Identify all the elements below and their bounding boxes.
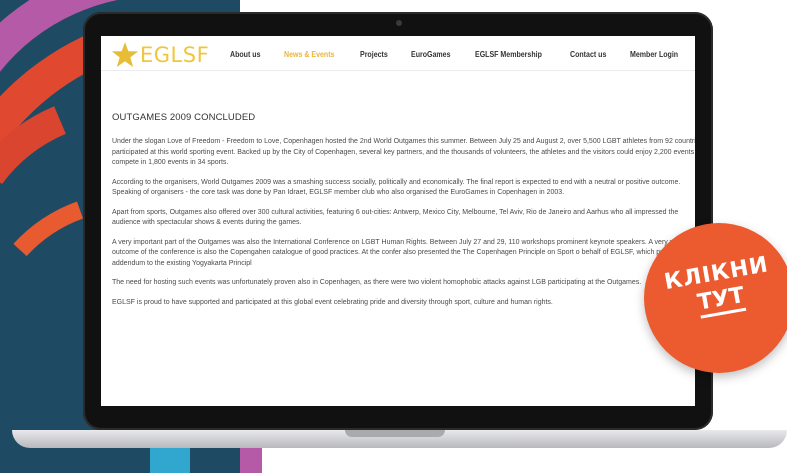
- logo-text: EGLSF: [140, 43, 210, 67]
- article-paragraph: EGLSF is proud to have supported and par…: [112, 298, 553, 306]
- laptop-screen: EGLSF About us News & Events Projects Eu…: [101, 36, 695, 406]
- promo-line-2: ТУТ: [696, 283, 747, 319]
- promo-click-here-button[interactable]: КЛІКНИ ТУТ: [644, 223, 787, 373]
- site-header: EGLSF About us News & Events Projects Eu…: [101, 36, 695, 71]
- star-icon: [111, 42, 139, 67]
- site-logo[interactable]: EGLSF: [111, 42, 209, 68]
- nav-projects[interactable]: Projects: [360, 50, 388, 59]
- main-nav: About us News & Events Projects EuroGame…: [230, 50, 685, 59]
- promo-text: КЛІКНИ ТУТ: [640, 248, 787, 327]
- article-paragraph: According to the organisers, World Outga…: [112, 178, 681, 197]
- camera-icon: [396, 20, 402, 26]
- article-paragraph: Apart from sports, Outgames also offered…: [112, 208, 679, 227]
- article-paragraph: A very important part of the Outgames wa…: [112, 238, 695, 267]
- article-paragraph: Under the slogan Love of Freedom - Freed…: [112, 138, 695, 166]
- laptop-frame: EGLSF About us News & Events Projects Eu…: [83, 12, 713, 430]
- nav-contact-us[interactable]: Contact us: [570, 50, 606, 59]
- laptop-notch: [345, 430, 445, 437]
- nav-member-login[interactable]: Member Login: [630, 50, 678, 59]
- article-paragraph: The need for hosting such events was unf…: [112, 279, 642, 286]
- article: OUTGAMES 2009 CONCLUDED Under the slogan…: [112, 112, 695, 317]
- nav-eurogames[interactable]: EuroGames: [411, 50, 451, 59]
- nav-about-us[interactable]: About us: [230, 50, 261, 59]
- nav-eglsf-membership[interactable]: EGLSF Membership: [475, 50, 542, 59]
- article-title: OUTGAMES 2009 CONCLUDED: [112, 112, 256, 123]
- nav-news-events[interactable]: News & Events: [284, 50, 334, 59]
